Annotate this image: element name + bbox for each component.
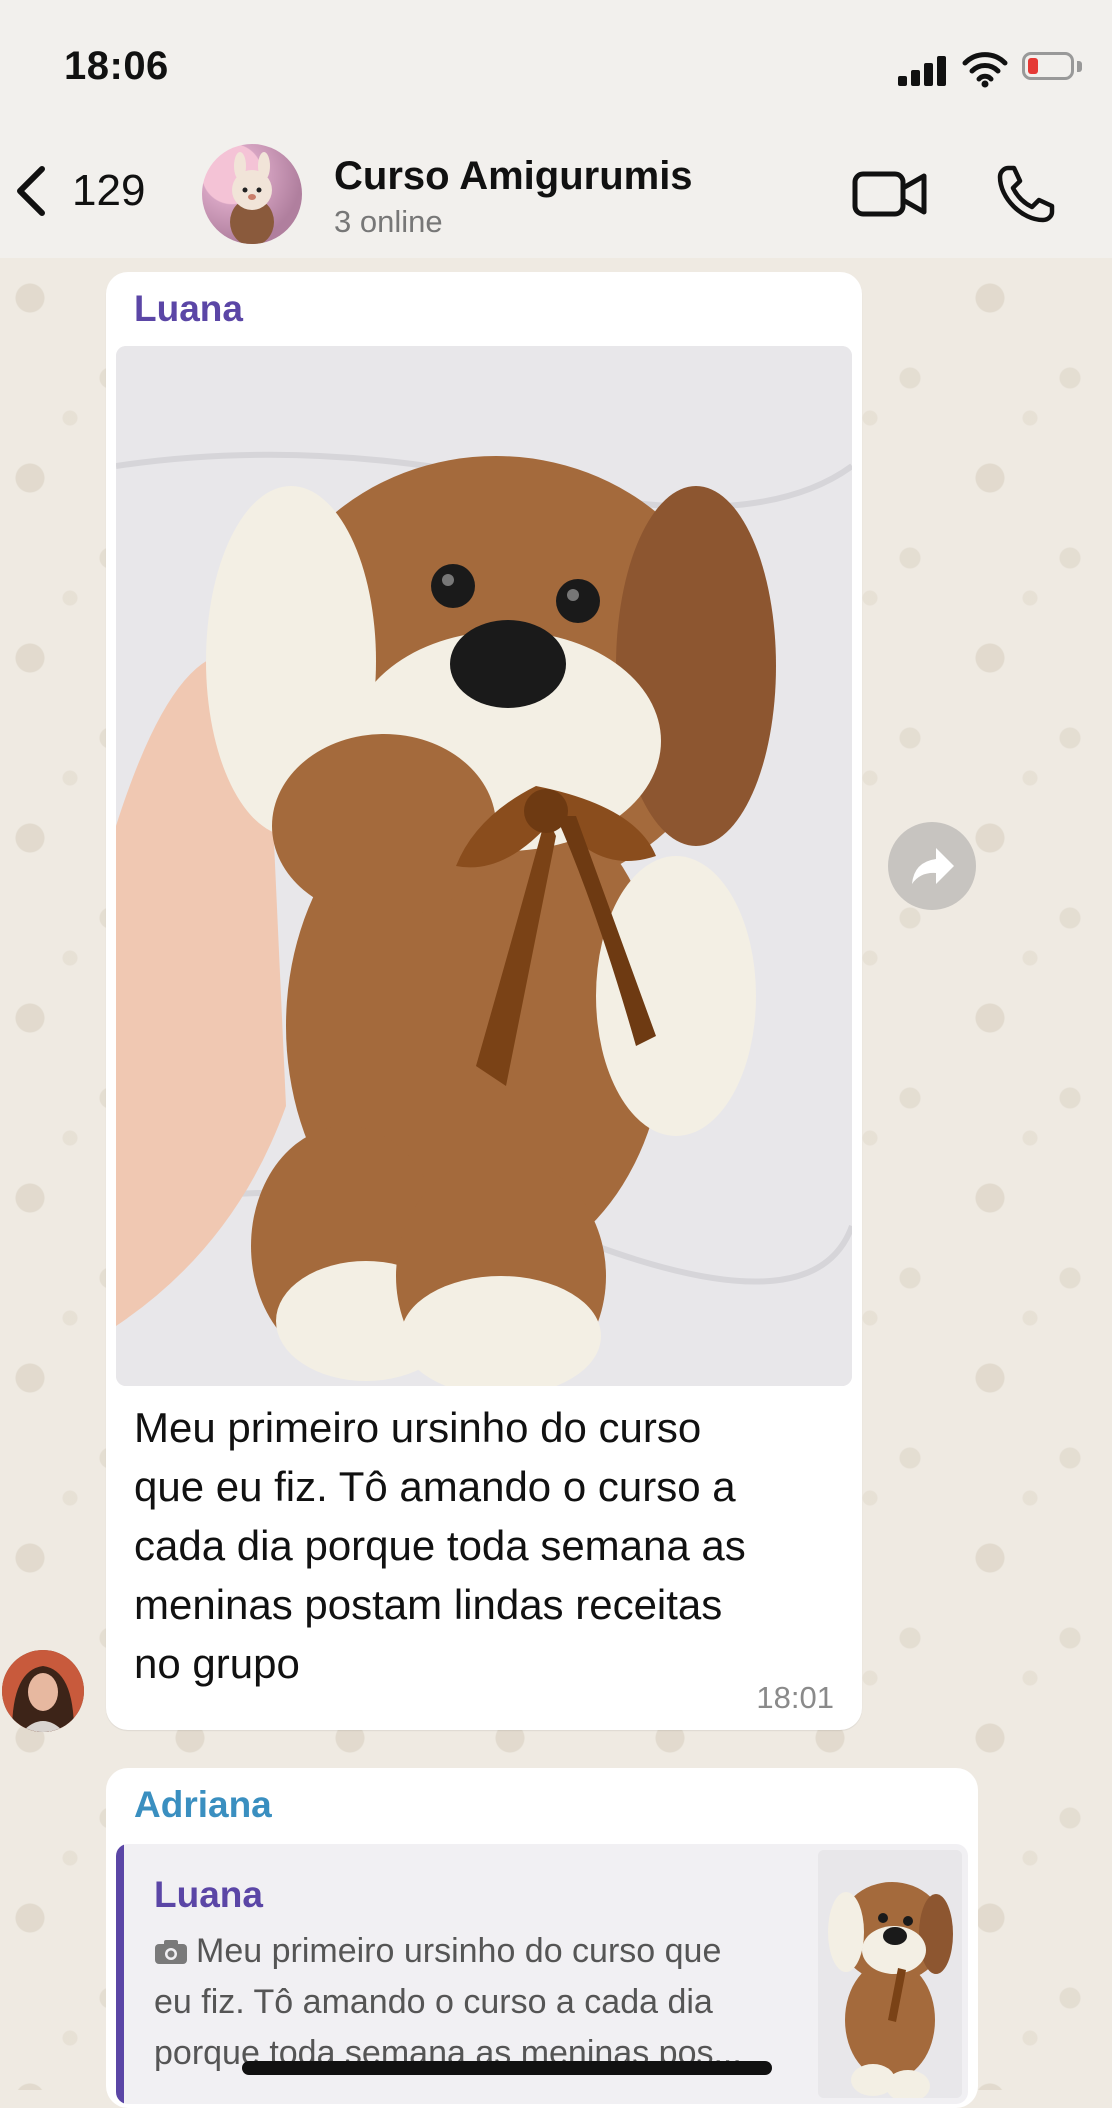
quote-line: Meu primeiro ursinho do curso que [196, 1932, 722, 1970]
wifi-icon [962, 52, 1008, 88]
chat-online-status: 3 online [334, 204, 443, 239]
message-bubble[interactable]: Adriana Luana Meu primeiro ursinho do cu… [106, 1768, 978, 2108]
back-button[interactable]: 129 [12, 156, 162, 226]
battery-icon [1022, 52, 1084, 84]
caption-line: no grupo [134, 1640, 300, 1687]
forward-button[interactable] [888, 822, 976, 910]
quoted-text: Meu primeiro ursinho do curso que eu fiz… [154, 1926, 864, 2079]
signal-icon [898, 56, 950, 86]
quote-bar [116, 1844, 124, 2104]
message-bubble[interactable]: Luana Meu primeiro ursinho do curso que … [106, 272, 862, 1730]
caption-line: cada dia porque toda semana as [134, 1522, 746, 1569]
video-call-icon[interactable] [852, 166, 928, 222]
phone-icon[interactable] [994, 162, 1058, 226]
status-bar: 18:06 [0, 0, 1112, 130]
caption-line: que eu fiz. Tô amando o curso a [134, 1463, 736, 1510]
message-time: 18:01 [756, 1680, 834, 1715]
chat-header: 129 Curso Amigurumis 3 online [0, 130, 1112, 259]
camera-icon [155, 1940, 187, 1964]
message-photo[interactable] [116, 346, 852, 1386]
avatar[interactable] [2, 1650, 84, 1732]
chat-title[interactable]: Curso Amigurumis [334, 154, 693, 199]
quoted-photo-thumbnail [818, 1850, 962, 2098]
caption-line: Meu primeiro ursinho do curso [134, 1404, 702, 1451]
message-sender: Luana [134, 288, 243, 329]
status-time: 18:06 [64, 44, 169, 88]
redaction-mark [242, 2061, 772, 2075]
message-sender: Adriana [134, 1784, 272, 1825]
group-avatar[interactable] [202, 144, 302, 244]
quoted-sender: Luana [154, 1874, 263, 1915]
back-chevron-icon [17, 166, 45, 216]
message-caption: Meu primeiro ursinho do curso que eu fiz… [134, 1398, 834, 1693]
caption-line: meninas postam lindas receitas [134, 1581, 723, 1628]
quote-line: eu fiz. Tô amando o curso a cada dia [154, 1983, 713, 2021]
forward-icon [912, 848, 954, 884]
unread-count: 129 [72, 166, 146, 215]
